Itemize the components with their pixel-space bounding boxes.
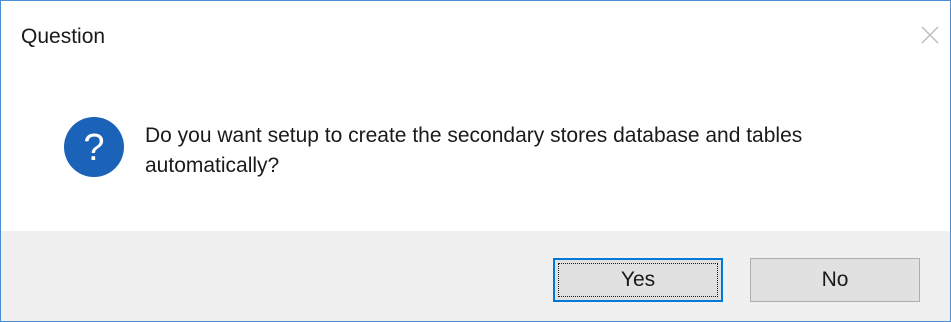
question-icon: ? [63,116,125,178]
question-dialog: Question ? Do you want setup to create t… [0,0,951,322]
title-bar: Question [1,1,950,69]
no-button[interactable]: No [750,258,920,302]
yes-button[interactable]: Yes [553,258,723,302]
window-title: Question [21,25,106,48]
close-icon [920,25,940,50]
dialog-content: ? Do you want setup to create the second… [1,69,950,231]
dialog-message: Do you want setup to create the secondar… [145,124,803,177]
svg-text:?: ? [83,127,104,169]
button-bar: Yes No [1,231,950,321]
yes-button-label: Yes [620,268,656,291]
no-button-label: No [821,268,849,291]
close-button[interactable] [916,23,944,51]
